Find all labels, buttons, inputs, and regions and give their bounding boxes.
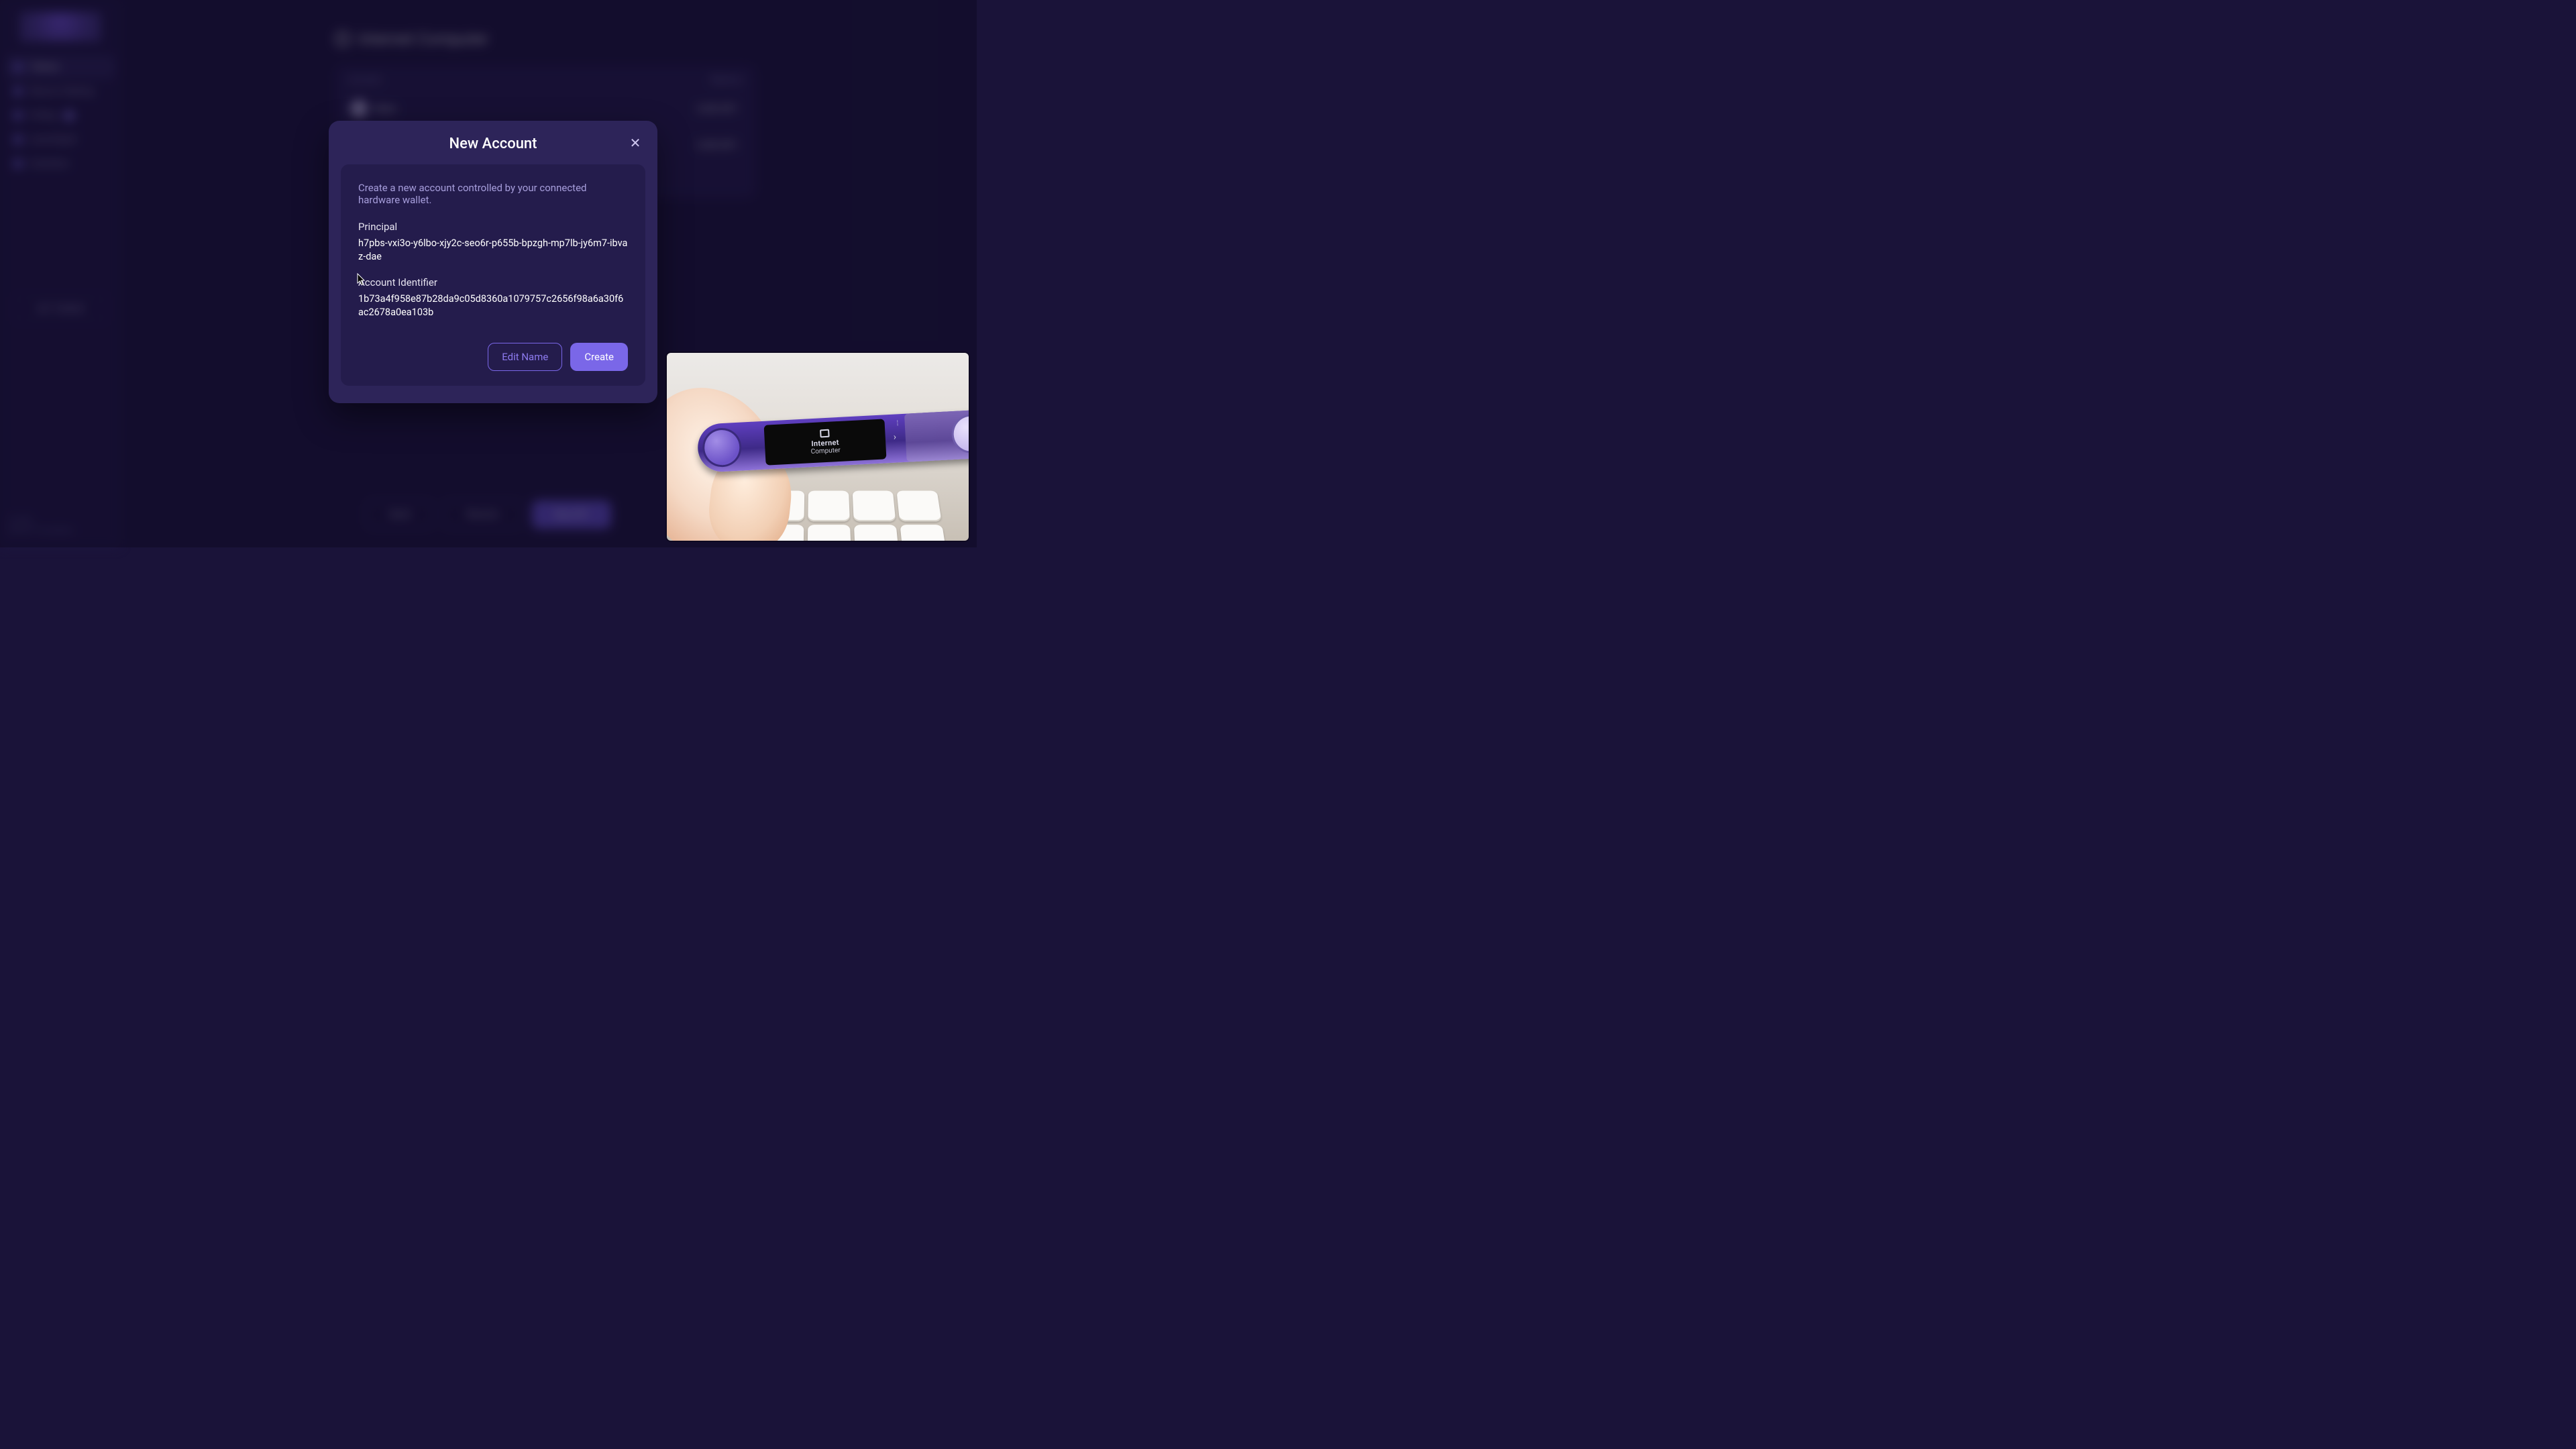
modal-title: New Account — [341, 136, 645, 152]
modal-body: Create a new account controlled by your … — [341, 164, 645, 386]
keycap — [853, 490, 896, 521]
keycap — [808, 490, 850, 521]
modal-description: Create a new account controlled by your … — [358, 182, 628, 206]
edit-name-button[interactable]: Edit Name — [488, 343, 562, 371]
device-right-button — [953, 415, 969, 452]
device-speck-icon: ¦ — [896, 419, 898, 427]
keycap — [808, 525, 851, 541]
device-tail — [904, 409, 969, 462]
app-icon — [820, 429, 830, 438]
close-icon[interactable]: ✕ — [628, 136, 643, 150]
device-screen: Internet Computer — [764, 419, 887, 465]
principal-value: h7pbs-vxi3o-y6lbo-xjy2c-seo6r-p655b-bpzg… — [358, 237, 628, 264]
account-id-value: 1b73a4f958e87b28da9c05d8360a1079757c2656… — [358, 292, 628, 320]
device-left-button — [704, 429, 741, 466]
principal-label: Principal — [358, 221, 628, 233]
create-button[interactable]: Create — [570, 343, 628, 371]
keycap — [900, 525, 947, 541]
device-chevron-right-icon: › — [893, 432, 896, 443]
device-text-2: Computer — [810, 447, 841, 455]
keycap — [854, 525, 900, 541]
keycap — [896, 490, 941, 521]
new-account-modal: New Account ✕ Create a new account contr… — [329, 121, 657, 403]
hardware-wallet-pip: N M Internet Computer ¦ › — [667, 353, 969, 541]
modal-button-row: Edit Name Create — [488, 343, 628, 371]
account-id-label: Account Identifier — [358, 276, 628, 288]
